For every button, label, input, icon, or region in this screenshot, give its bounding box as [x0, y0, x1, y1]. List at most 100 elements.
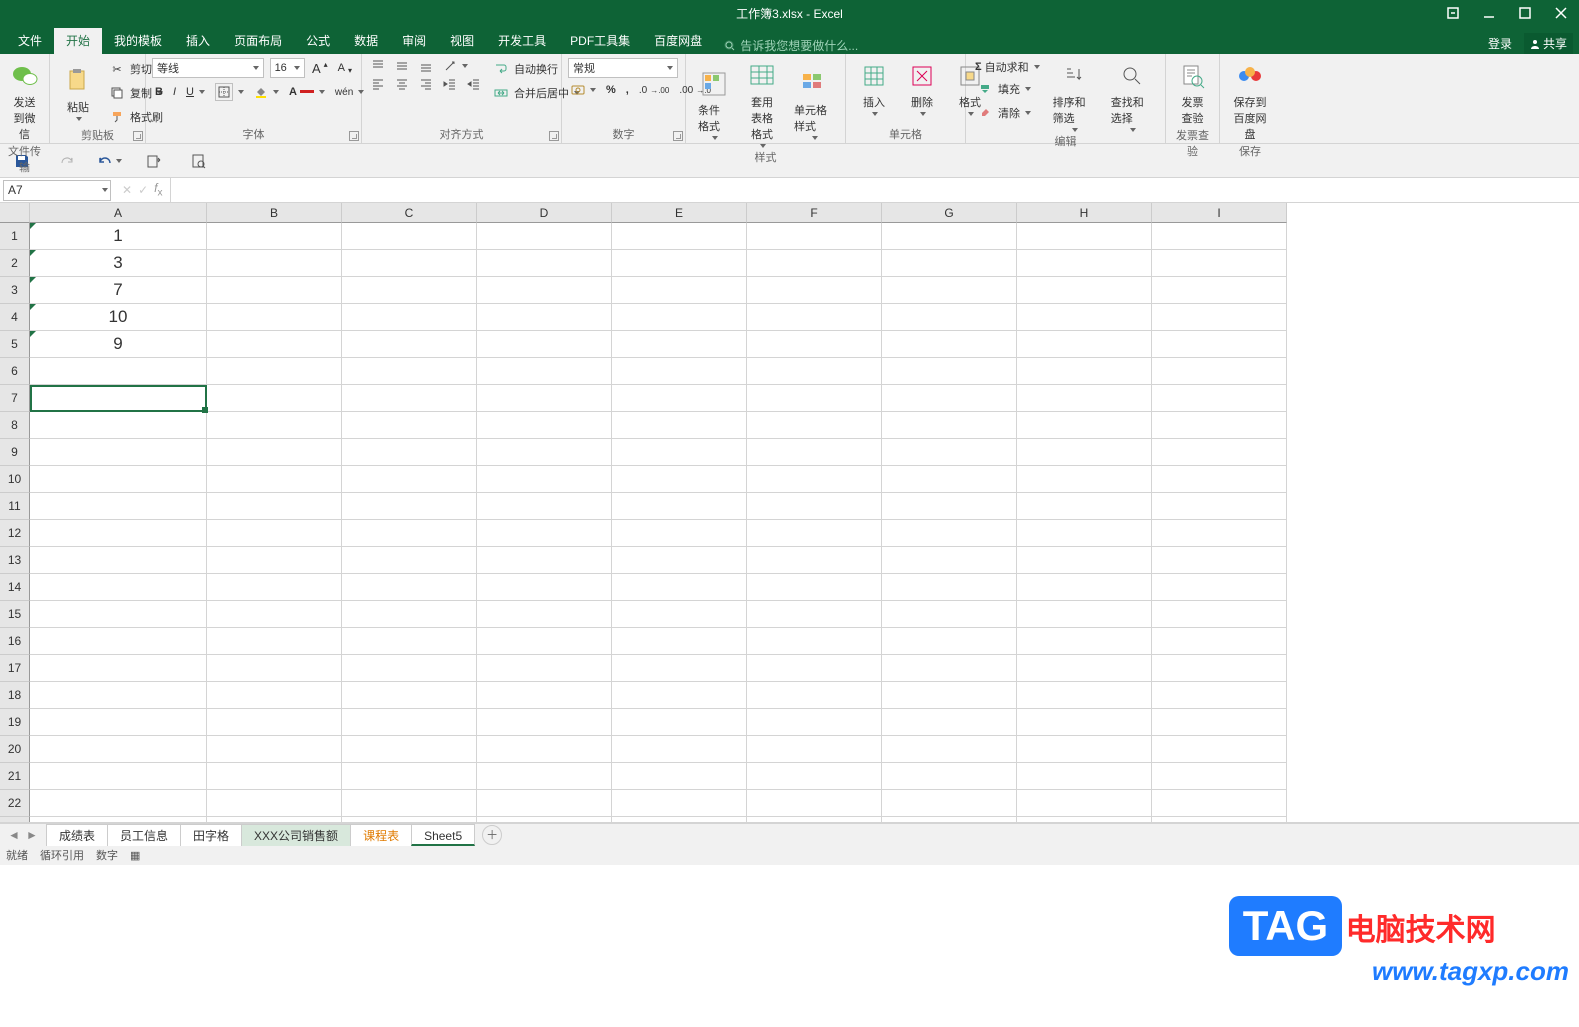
- select-all-corner[interactable]: [0, 203, 30, 223]
- row-header-19[interactable]: 19: [0, 709, 30, 736]
- cell-I1[interactable]: [1152, 223, 1287, 250]
- cell-C23[interactable]: [342, 817, 477, 823]
- row-header-16[interactable]: 16: [0, 628, 30, 655]
- cell-H22[interactable]: [1017, 790, 1152, 817]
- cell-G14[interactable]: [882, 574, 1017, 601]
- paste-button[interactable]: 粘贴: [56, 58, 100, 128]
- row-header-10[interactable]: 10: [0, 466, 30, 493]
- sheet-tab-2[interactable]: 田字格: [180, 824, 242, 846]
- row-header-21[interactable]: 21: [0, 763, 30, 790]
- cell-D9[interactable]: [477, 439, 612, 466]
- cell-C19[interactable]: [342, 709, 477, 736]
- decrease-font-button[interactable]: A▾: [335, 58, 355, 78]
- cell-I8[interactable]: [1152, 412, 1287, 439]
- cell-H17[interactable]: [1017, 655, 1152, 682]
- cell-E13[interactable]: [612, 547, 747, 574]
- new-sheet-button[interactable]: ＋: [482, 825, 502, 845]
- cell-H9[interactable]: [1017, 439, 1152, 466]
- sheet-nav-first[interactable]: ◄: [6, 827, 22, 843]
- cell-I10[interactable]: [1152, 466, 1287, 493]
- cell-H18[interactable]: [1017, 682, 1152, 709]
- cell-B21[interactable]: [207, 763, 342, 790]
- cell-B11[interactable]: [207, 493, 342, 520]
- cell-B1[interactable]: [207, 223, 342, 250]
- cell-B4[interactable]: [207, 304, 342, 331]
- cell-I7[interactable]: [1152, 385, 1287, 412]
- cell-E15[interactable]: [612, 601, 747, 628]
- comma-button[interactable]: ,: [623, 82, 632, 98]
- cell-C4[interactable]: [342, 304, 477, 331]
- align-right-button[interactable]: [416, 76, 436, 92]
- cell-C20[interactable]: [342, 736, 477, 763]
- cell-G1[interactable]: [882, 223, 1017, 250]
- underline-button[interactable]: U: [183, 82, 208, 102]
- spreadsheet-grid[interactable]: ABCDEFGHI 123456789101112131415161718192…: [0, 203, 1579, 823]
- insert-cells-button[interactable]: 插入: [852, 58, 896, 118]
- cell-E5[interactable]: [612, 331, 747, 358]
- cell-H12[interactable]: [1017, 520, 1152, 547]
- cell-A3[interactable]: 7: [30, 277, 207, 304]
- cell-F1[interactable]: [747, 223, 882, 250]
- cell-E9[interactable]: [612, 439, 747, 466]
- minimize-icon[interactable]: [1471, 0, 1507, 26]
- cell-E14[interactable]: [612, 574, 747, 601]
- cell-D3[interactable]: [477, 277, 612, 304]
- cell-A11[interactable]: [30, 493, 207, 520]
- cell-G17[interactable]: [882, 655, 1017, 682]
- cell-C18[interactable]: [342, 682, 477, 709]
- sheet-tab-3[interactable]: XXX公司销售额: [241, 824, 351, 846]
- cell-A5[interactable]: 9: [30, 331, 207, 358]
- cell-D19[interactable]: [477, 709, 612, 736]
- cell-A19[interactable]: [30, 709, 207, 736]
- share-button[interactable]: 共享: [1524, 33, 1573, 54]
- column-header-E[interactable]: E: [612, 203, 747, 223]
- cell-B10[interactable]: [207, 466, 342, 493]
- column-header-G[interactable]: G: [882, 203, 1017, 223]
- cell-D11[interactable]: [477, 493, 612, 520]
- number-dialog-launcher[interactable]: [673, 131, 683, 141]
- cell-E4[interactable]: [612, 304, 747, 331]
- cell-H4[interactable]: [1017, 304, 1152, 331]
- cell-A23[interactable]: [30, 817, 207, 823]
- cell-F5[interactable]: [747, 331, 882, 358]
- cell-D14[interactable]: [477, 574, 612, 601]
- cell-B23[interactable]: [207, 817, 342, 823]
- font-dialog-launcher[interactable]: [349, 131, 359, 141]
- cell-D13[interactable]: [477, 547, 612, 574]
- tab-baidu[interactable]: 百度网盘: [642, 28, 714, 54]
- cell-F8[interactable]: [747, 412, 882, 439]
- cell-D4[interactable]: [477, 304, 612, 331]
- cell-E8[interactable]: [612, 412, 747, 439]
- row-header-8[interactable]: 8: [0, 412, 30, 439]
- cell-E20[interactable]: [612, 736, 747, 763]
- cell-B22[interactable]: [207, 790, 342, 817]
- cell-A22[interactable]: [30, 790, 207, 817]
- status-toggle-icon[interactable]: ▦: [130, 849, 140, 862]
- cell-C6[interactable]: [342, 358, 477, 385]
- cell-I13[interactable]: [1152, 547, 1287, 574]
- cell-H2[interactable]: [1017, 250, 1152, 277]
- row-header-3[interactable]: 3: [0, 277, 30, 304]
- tab-view[interactable]: 视图: [438, 28, 486, 54]
- cell-I14[interactable]: [1152, 574, 1287, 601]
- cell-B20[interactable]: [207, 736, 342, 763]
- row-header-12[interactable]: 12: [0, 520, 30, 547]
- cell-A13[interactable]: [30, 547, 207, 574]
- cell-D16[interactable]: [477, 628, 612, 655]
- cell-I12[interactable]: [1152, 520, 1287, 547]
- cell-C5[interactable]: [342, 331, 477, 358]
- cell-D12[interactable]: [477, 520, 612, 547]
- cell-I21[interactable]: [1152, 763, 1287, 790]
- orientation-button[interactable]: [440, 58, 471, 74]
- login-button[interactable]: 登录: [1480, 35, 1520, 52]
- cell-B18[interactable]: [207, 682, 342, 709]
- row-header-1[interactable]: 1: [0, 223, 30, 250]
- cell-I18[interactable]: [1152, 682, 1287, 709]
- cell-G5[interactable]: [882, 331, 1017, 358]
- cell-E17[interactable]: [612, 655, 747, 682]
- cell-F19[interactable]: [747, 709, 882, 736]
- cell-F10[interactable]: [747, 466, 882, 493]
- tab-pdftools[interactable]: PDF工具集: [558, 28, 642, 54]
- align-top-button[interactable]: [368, 58, 388, 74]
- cell-B8[interactable]: [207, 412, 342, 439]
